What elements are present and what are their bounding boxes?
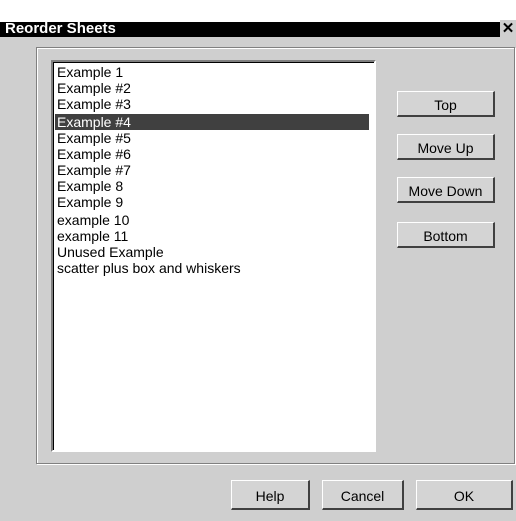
cancel-button[interactable]: Cancel xyxy=(322,480,404,510)
list-item[interactable]: Example #3 xyxy=(57,96,131,112)
list-item[interactable]: Example #2 xyxy=(57,80,131,96)
dialog-title: Reorder Sheets xyxy=(5,20,116,37)
ok-button[interactable]: OK xyxy=(416,480,513,510)
bottom-button[interactable]: Bottom xyxy=(397,222,495,248)
list-item[interactable]: Example 1 xyxy=(57,64,123,80)
list-item[interactable]: scatter plus box and whiskers xyxy=(57,260,241,276)
list-item[interactable]: Example #6 xyxy=(57,146,131,162)
reorder-sheets-dialog: Reorder Sheets ✕ Example 1 Example #2 Ex… xyxy=(0,0,516,521)
list-item[interactable]: Example 8 xyxy=(57,178,123,194)
list-item[interactable]: example 10 xyxy=(57,212,129,228)
help-button[interactable]: Help xyxy=(231,480,310,510)
move-up-button[interactable]: Move Up xyxy=(397,134,495,160)
top-button[interactable]: Top xyxy=(397,91,495,117)
move-down-button[interactable]: Move Down xyxy=(397,177,495,203)
close-icon[interactable]: ✕ xyxy=(500,20,516,38)
list-item[interactable]: Example #7 xyxy=(57,162,131,178)
title-bar: Reorder Sheets ✕ xyxy=(0,0,516,38)
sheet-listbox[interactable]: Example 1 Example #2 Example #3 Example … xyxy=(51,60,376,452)
list-item-selected[interactable]: Example #4 xyxy=(55,114,369,130)
list-item[interactable]: example 11 xyxy=(57,228,128,244)
list-item[interactable]: Example 9 xyxy=(57,194,123,210)
list-item[interactable]: Unused Example xyxy=(57,244,164,260)
list-item[interactable]: Example #5 xyxy=(57,130,131,146)
